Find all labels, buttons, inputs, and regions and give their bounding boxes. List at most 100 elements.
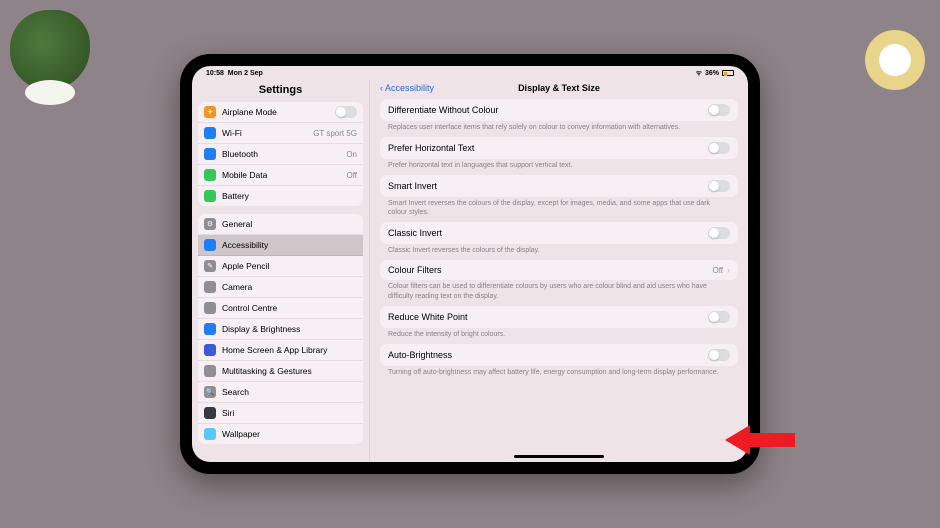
setting-description: Reduce the intensity of bright colours. [380, 328, 738, 344]
sidebar-item-camera[interactable]: Camera [198, 277, 363, 298]
red-arrow-annotation [725, 425, 795, 455]
airplane-mode-icon: ✈ [204, 106, 216, 118]
screen: 10:58 Mon 2 Sep ᯤ 36% Settings ✈Airplane… [192, 66, 748, 462]
home-indicator[interactable] [514, 455, 604, 458]
row-label: Apple Pencil [222, 261, 357, 271]
sidebar-item-siri[interactable]: Siri [198, 403, 363, 424]
sidebar-item-accessibility[interactable]: Accessibility [198, 235, 363, 256]
row-label: Accessibility [222, 240, 357, 250]
setting-row-reduce-white-point[interactable]: Reduce White Point [380, 306, 738, 328]
wifi-icon: ᯤ [696, 69, 702, 78]
sidebar-scroll[interactable]: ✈Airplane Mode Wi-Fi GT sport 5G Bluetooth O… [192, 102, 369, 462]
row-label: Mobile Data [222, 170, 340, 180]
bluetooth-icon [204, 148, 216, 160]
sidebar-item-bluetooth[interactable]: Bluetooth On [198, 144, 363, 165]
battery-icon [722, 70, 734, 76]
sidebar-item-multitasking-gestures[interactable]: Multitasking & Gestures [198, 361, 363, 382]
setting-label: Reduce White Point [388, 312, 468, 322]
setting-value: Off [712, 266, 723, 275]
chevron-right-icon: › [727, 265, 730, 275]
setting-group-colour-filters: Colour Filters Off › [380, 260, 738, 280]
toggle-switch[interactable] [335, 106, 357, 118]
row-value: On [346, 150, 357, 159]
sidebar-item-home-screen-app-library[interactable]: Home Screen & App Library [198, 340, 363, 361]
battery-percent: 36% [705, 70, 719, 77]
clock-decoration [865, 30, 925, 90]
row-label: Display & Brightness [222, 324, 357, 334]
sidebar-group-connectivity: ✈Airplane Mode Wi-Fi GT sport 5G Bluetooth O… [198, 102, 363, 206]
setting-group-smart-invert: Smart Invert [380, 175, 738, 197]
home-screen-app-library-icon [204, 344, 216, 356]
wallpaper-icon [204, 428, 216, 440]
sidebar-group-general: ⚙General Accessibility ✎Apple Pencil Camera… [198, 214, 363, 444]
sidebar-item-control-centre[interactable]: Control Centre [198, 298, 363, 319]
back-label: Accessibility [385, 83, 434, 93]
sidebar-title: Settings [192, 80, 369, 102]
row-label: Multitasking & Gestures [222, 366, 357, 376]
main-pane: ‹ Accessibility Display & Text Size Diff… [370, 80, 748, 462]
setting-description: Turning off auto-brightness may affect b… [380, 366, 738, 382]
accessibility-icon [204, 239, 216, 251]
setting-group-prefer-horizontal-text: Prefer Horizontal Text [380, 137, 738, 159]
settings-sidebar: Settings ✈Airplane Mode Wi-Fi GT sport 5G B… [192, 80, 370, 462]
row-label: Control Centre [222, 303, 357, 313]
status-time: 10:58 [206, 70, 224, 77]
sidebar-item-battery[interactable]: Battery [198, 186, 363, 206]
setting-group-reduce-white-point: Reduce White Point [380, 306, 738, 328]
status-date: Mon 2 Sep [228, 70, 263, 77]
toggle-switch[interactable] [708, 227, 730, 239]
setting-row-differentiate-without-colour[interactable]: Differentiate Without Colour [380, 99, 738, 121]
back-button[interactable]: ‹ Accessibility [380, 83, 434, 93]
setting-description: Replaces user interface items that rely … [380, 121, 738, 137]
row-label: Bluetooth [222, 149, 340, 159]
sidebar-item-airplane-mode[interactable]: ✈Airplane Mode [198, 102, 363, 123]
setting-row-classic-invert[interactable]: Classic Invert [380, 222, 738, 244]
sidebar-item-search[interactable]: 🔍 Search [198, 382, 363, 403]
chevron-left-icon: ‹ [380, 83, 383, 93]
camera-icon [204, 281, 216, 293]
row-value: GT sport 5G [313, 129, 357, 138]
display-brightness-icon [204, 323, 216, 335]
row-label: Wallpaper [222, 429, 357, 439]
toggle-switch[interactable] [708, 311, 730, 323]
setting-row-colour-filters[interactable]: Colour Filters Off › [380, 260, 738, 280]
setting-row-smart-invert[interactable]: Smart Invert [380, 175, 738, 197]
setting-row-auto-brightness[interactable]: Auto-Brightness [380, 344, 738, 366]
setting-label: Colour Filters [388, 265, 442, 275]
search-icon: 🔍 [204, 386, 216, 398]
row-label: Home Screen & App Library [222, 345, 357, 355]
setting-group-classic-invert: Classic Invert [380, 222, 738, 244]
setting-row-prefer-horizontal-text[interactable]: Prefer Horizontal Text [380, 137, 738, 159]
wi-fi-icon [204, 127, 216, 139]
setting-description: Prefer horizontal text in languages that… [380, 159, 738, 175]
toggle-switch[interactable] [708, 142, 730, 154]
setting-label: Prefer Horizontal Text [388, 143, 474, 153]
setting-label: Smart Invert [388, 181, 437, 191]
toggle-switch[interactable] [708, 349, 730, 361]
setting-description: Smart Invert reverses the colours of the… [380, 197, 738, 222]
general-icon: ⚙ [204, 218, 216, 230]
sidebar-item-mobile-data[interactable]: Mobile Data Off [198, 165, 363, 186]
toggle-switch[interactable] [708, 180, 730, 192]
battery-icon [204, 190, 216, 202]
row-label: Search [222, 387, 357, 397]
sidebar-item-apple-pencil[interactable]: ✎Apple Pencil [198, 256, 363, 277]
toggle-switch[interactable] [708, 104, 730, 116]
row-label: Camera [222, 282, 357, 292]
sidebar-item-wi-fi[interactable]: Wi-Fi GT sport 5G [198, 123, 363, 144]
main-scroll[interactable]: Differentiate Without ColourReplaces use… [370, 99, 748, 462]
setting-description: Classic Invert reverses the colours of t… [380, 244, 738, 260]
plant-decoration [10, 10, 90, 90]
row-label: Wi-Fi [222, 128, 307, 138]
siri-icon [204, 407, 216, 419]
row-value: Off [346, 171, 357, 180]
multitasking-gestures-icon [204, 365, 216, 377]
sidebar-item-display-brightness[interactable]: Display & Brightness [198, 319, 363, 340]
sidebar-item-wallpaper[interactable]: Wallpaper [198, 424, 363, 444]
main-header: ‹ Accessibility Display & Text Size [370, 80, 748, 99]
row-label: Battery [222, 191, 351, 201]
sidebar-item-general[interactable]: ⚙General [198, 214, 363, 235]
mobile-data-icon [204, 169, 216, 181]
status-bar: 10:58 Mon 2 Sep ᯤ 36% [192, 66, 748, 80]
setting-group-auto-brightness: Auto-Brightness [380, 344, 738, 366]
